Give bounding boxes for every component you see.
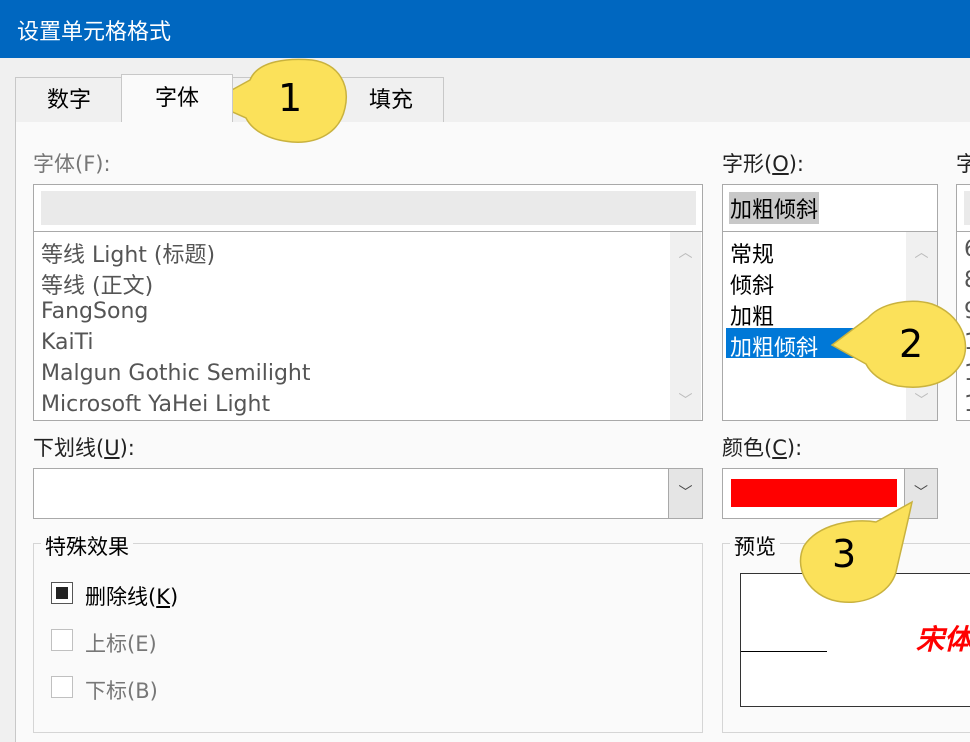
size-label: 字 [956, 152, 970, 176]
checkbox-check-mark [56, 587, 68, 599]
title-bar: 设置单元格格式 [0, 0, 970, 58]
tab-fill[interactable]: 填充 [338, 77, 444, 123]
style-label: 字形(O): [722, 152, 805, 176]
color-swatch [731, 479, 897, 507]
font-list[interactable]: 等线 Light (标题) 等线 (正文) FangSong KaiTi Mal… [33, 231, 703, 421]
style-input-value: 加粗倾斜 [729, 192, 820, 224]
color-label: 颜色(C): [722, 436, 803, 460]
effects-title: 特殊效果 [41, 531, 133, 561]
font-list-item[interactable]: KaiTi [41, 330, 94, 355]
window-title: 设置单元格格式 [17, 20, 172, 45]
scroll-up-icon[interactable]: ︿ [670, 242, 701, 262]
callout-number-3: 3 [832, 532, 857, 576]
size-input-field [964, 191, 970, 225]
font-input-field [41, 191, 696, 225]
callout-number-2: 2 [899, 322, 924, 366]
superscript-checkbox[interactable] [51, 629, 73, 651]
size-list-item[interactable]: 1 [964, 392, 970, 417]
font-input[interactable] [33, 184, 703, 232]
font-list-item[interactable]: FangSong [41, 299, 148, 324]
preview-title: 预览 [730, 531, 780, 561]
tab-font[interactable]: 字体 [121, 74, 233, 122]
font-label: 字体(F): [33, 152, 111, 176]
subscript-checkbox[interactable] [51, 676, 73, 698]
tab-number[interactable]: 数字 [15, 77, 123, 123]
preview-baseline [741, 651, 827, 652]
size-list-item[interactable]: 8 [964, 268, 970, 293]
style-list-item[interactable]: 倾斜 [730, 268, 774, 300]
size-list[interactable]: 6 8 9 1 1 1 [956, 231, 970, 421]
style-list-item[interactable]: 常规 [730, 237, 774, 269]
preview-sample: 宋体 [916, 623, 970, 656]
underline-dropdown[interactable]: ﹀ [33, 468, 703, 519]
font-list-item[interactable]: Microsoft YaHei Light [41, 392, 270, 417]
superscript-label[interactable]: 上标(E) [85, 628, 157, 658]
size-list-item[interactable]: 1 [964, 330, 970, 355]
tab-fill-label: 填充 [368, 88, 413, 113]
tab-number-label: 数字 [46, 88, 91, 113]
style-list-item-selected[interactable]: 加粗倾斜 [730, 330, 818, 362]
tab-font-label: 字体 [154, 86, 199, 111]
chevron-down-icon[interactable]: ﹀ [904, 469, 937, 518]
underline-label: 下划线(U): [33, 436, 135, 460]
preview-box: 宋体 [740, 573, 970, 707]
font-list-scrollbar[interactable]: ︿ ﹀ [670, 232, 701, 420]
font-list-item[interactable]: 等线 Light (标题) [41, 237, 215, 269]
callout-number-1: 1 [278, 76, 303, 120]
size-input[interactable] [956, 184, 970, 232]
size-list-item[interactable]: 1 [964, 361, 970, 386]
style-input[interactable]: 加粗倾斜 [722, 184, 938, 232]
scroll-down-icon[interactable]: ﹀ [670, 390, 701, 410]
scroll-up-icon[interactable]: ︿ [906, 242, 937, 262]
subscript-label[interactable]: 下标(B) [85, 675, 158, 705]
scroll-down-icon[interactable]: ﹀ [906, 390, 937, 410]
size-list-item[interactable]: 9 [964, 299, 970, 324]
font-list-item[interactable]: 等线 (正文) [41, 268, 153, 300]
strikethrough-label[interactable]: 删除线(K) [85, 581, 178, 611]
strikethrough-checkbox[interactable] [51, 582, 73, 604]
style-list-item[interactable]: 加粗 [730, 299, 774, 331]
chevron-down-icon[interactable]: ﹀ [668, 469, 702, 518]
font-list-item[interactable]: Malgun Gothic Semilight [41, 361, 311, 386]
size-list-item[interactable]: 6 [964, 237, 970, 262]
color-dropdown[interactable]: ﹀ [722, 468, 938, 519]
